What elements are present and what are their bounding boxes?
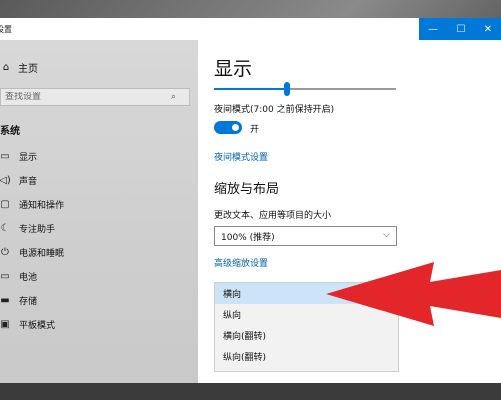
nav-item-label: 声音: [19, 176, 38, 187]
nav-item-battery[interactable]: ▭ 电池: [0, 264, 194, 288]
nav-item-label: 显示: [19, 152, 38, 163]
tablet-icon: ▣: [0, 318, 10, 330]
orientation-option-portrait-flipped[interactable]: 纵向(翻转): [215, 346, 398, 367]
nav-item-power-sleep[interactable]: ⏻ 电源和睡眠: [0, 240, 194, 264]
storage-icon: ▬: [0, 294, 10, 306]
arrow-shape: [326, 262, 501, 326]
bottom-strip: [0, 383, 501, 400]
nav-item-label: 通知和操作: [19, 200, 65, 211]
nav-item-tablet-mode[interactable]: ▣ 平板模式: [0, 312, 194, 336]
nav-item-label: 电源和睡眠: [19, 248, 65, 259]
nav-group-title: 系统: [0, 126, 20, 137]
nav-item-sound[interactable]: ◁) 声音: [0, 168, 194, 192]
title-bar: 设置 — ☐ ✕: [0, 18, 501, 40]
speaker-icon: ◁): [0, 174, 11, 186]
nav-item-focus-assist[interactable]: ☾ 专注助手: [0, 216, 194, 240]
monitor-icon: ▭: [0, 150, 10, 162]
window-controls: — ☐ ✕: [419, 18, 501, 40]
search-input[interactable]: [1, 92, 171, 102]
moon-icon: ☾: [0, 222, 10, 234]
scale-layout-heading: 缩放与布局: [214, 182, 280, 197]
close-button[interactable]: ✕: [475, 18, 501, 40]
notification-icon: ▢: [0, 198, 10, 210]
search-icon[interactable]: ⌕: [171, 92, 176, 102]
nav-item-label: 电池: [19, 272, 38, 283]
nav-item-label: 存储: [19, 296, 38, 307]
chevron-down-icon: ⌵: [383, 230, 390, 240]
window-title: 设置: [0, 25, 12, 34]
nav-item-notifications[interactable]: ▢ 通知和操作: [0, 192, 194, 216]
maximize-button[interactable]: ☐: [447, 18, 475, 40]
battery-icon: ▭: [0, 270, 10, 282]
slider-fill: [214, 88, 287, 90]
search-box[interactable]: ⌕: [0, 88, 190, 106]
nav-item-label: 平板模式: [19, 320, 56, 331]
scale-select-value: 100% (推荐): [221, 232, 275, 243]
scale-label: 更改文本、应用等项目的大小: [214, 211, 332, 221]
power-icon: ⏻: [1, 246, 9, 258]
red-arrow-annotation: [326, 262, 501, 326]
page-title: 显示: [214, 58, 253, 80]
advanced-scaling-link[interactable]: 高级缩放设置: [214, 256, 268, 269]
nav-item-display[interactable]: ▭ 显示: [0, 144, 194, 168]
night-light-label: 夜间模式(7:00 之前保持开启): [214, 105, 335, 115]
nav-item-storage[interactable]: ▬ 存储: [0, 288, 194, 312]
nav-home[interactable]: ⌂ 主页: [0, 60, 38, 75]
brightness-slider[interactable]: [214, 82, 396, 96]
content-pane-margin: [418, 40, 501, 383]
home-icon: ⌂: [2, 62, 10, 73]
night-light-toggle[interactable]: [214, 121, 242, 134]
nav-list: ▭ 显示 ◁) 声音 ▢ 通知和操作 ☾ 专注助手 ⏻ 电源和睡眠 ▭ 电池 ▬…: [0, 144, 194, 336]
toggle-knob: [232, 124, 239, 131]
toggle-state-label: 开: [250, 125, 260, 135]
navigation-pane: ⌂ 主页 ⌕ 系统 ▭ 显示 ◁) 声音 ▢ 通知和操作 ☾ 专注助手 ⏻ 电源…: [0, 40, 198, 383]
scale-select[interactable]: 100% (推荐) ⌵: [214, 226, 397, 246]
night-light-settings-link[interactable]: 夜间模式设置: [214, 150, 268, 163]
nav-home-label: 主页: [18, 64, 38, 75]
nav-item-label: 专注助手: [19, 224, 56, 235]
slider-thumb[interactable]: [284, 82, 290, 96]
orientation-option-landscape-flipped[interactable]: 横向(翻转): [215, 325, 398, 346]
minimize-button[interactable]: —: [419, 18, 447, 40]
